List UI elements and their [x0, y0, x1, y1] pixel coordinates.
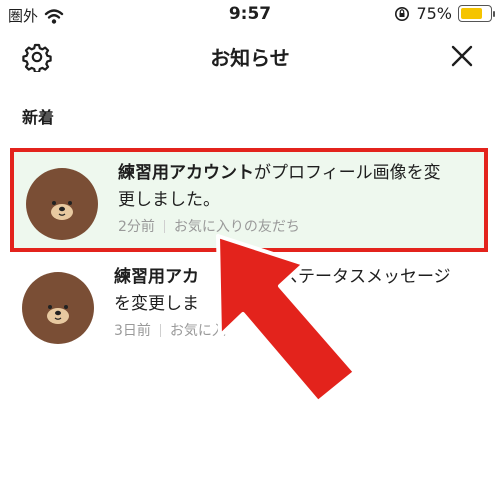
notification-time: 2分前 [118, 219, 155, 235]
sender-name: 練習用アカ [114, 267, 199, 287]
status-right: 75% [394, 4, 495, 23]
orientation-lock-icon [395, 6, 410, 21]
notification-category-end: ち [289, 323, 304, 339]
meta-divider [163, 219, 165, 233]
avatar [26, 168, 98, 240]
close-icon[interactable] [450, 44, 474, 68]
notification-item[interactable]: 練習用アカウントがプロフィール画像を変 更しました。 2分前 お気に入りの友だち [10, 148, 488, 252]
notification-meta: 2分前 お気に入りの友だち [118, 216, 300, 236]
status-bar: 圏外 9:57 75% [0, 0, 500, 30]
notification-message: 練習用アカウントがプロフィール画像を変 更しました。 [118, 160, 468, 214]
message-line2: 更しました。 [118, 190, 220, 210]
notification-item[interactable]: 練習用アカ ステータスメッセージ を変更しま 3日前 お気に入 ち [10, 256, 488, 360]
notification-time: 3日前 [114, 323, 151, 339]
avatar [22, 272, 94, 344]
battery-icon [458, 5, 495, 22]
battery-percent: 75% [416, 4, 452, 23]
message-line2: を変更しま [114, 294, 199, 314]
notification-category-visible: お気に入 [169, 323, 226, 339]
battery-level [461, 8, 482, 19]
notification-message: 練習用アカ ステータスメッセージ を変更しま [114, 264, 464, 318]
section-label-new: 新着 [22, 108, 55, 127]
sender-name: 練習用アカウント [118, 163, 254, 183]
page-title: お知らせ [210, 46, 290, 70]
notification-meta: 3日前 お気に入 ち [114, 320, 304, 340]
message-line1: ステータスメッセージ [281, 267, 451, 287]
header: お知らせ [0, 34, 500, 78]
notification-category: お気に入りの友だち [173, 219, 300, 235]
meta-divider [159, 323, 161, 337]
message-line1: がプロフィール画像を変 [254, 163, 441, 183]
